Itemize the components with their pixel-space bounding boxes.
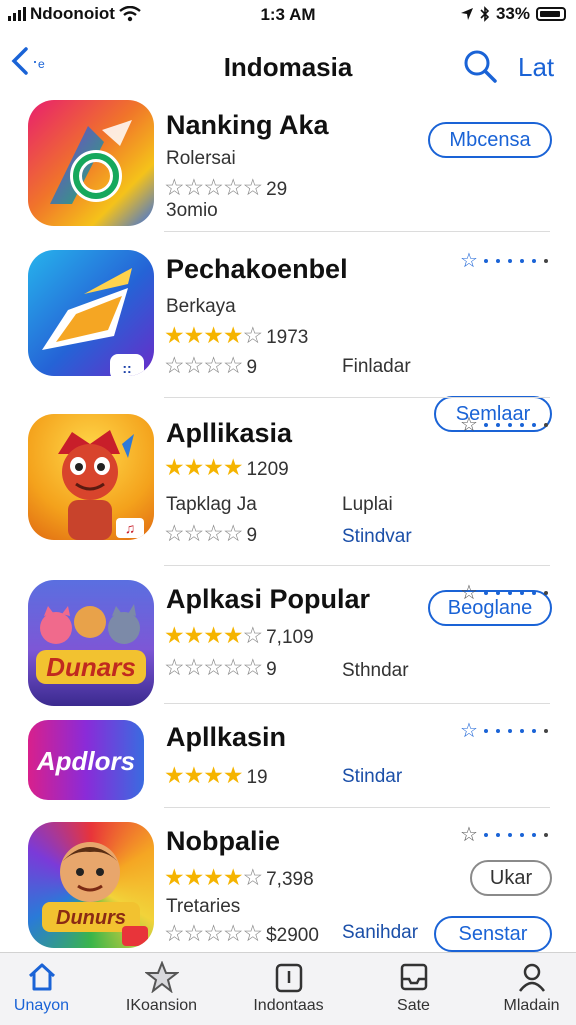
battery-percent: 33%: [495, 4, 530, 23]
star-rating-secondary: ☆☆☆☆ 9: [164, 520, 258, 546]
rating-count: 1209: [246, 459, 289, 480]
app-subtitle: Rolersai: [166, 148, 236, 169]
status-bar: Ndoonoiot 1:3 AM 33%: [0, 0, 576, 30]
inbox-icon: [400, 963, 427, 991]
rating-count: 1973: [266, 327, 309, 348]
search-button[interactable]: [462, 48, 498, 89]
tab-updates[interactable]: Sate: [356, 961, 471, 1015]
list-item[interactable]: ♫ Apllikasia ★★★★ 1209 Tapklag Ja Luplai …: [0, 398, 576, 626]
star-rating: ★★★★☆ 7,398: [164, 864, 314, 890]
star-outline-icon: ☆: [460, 720, 478, 742]
app-icon[interactable]: [28, 100, 154, 226]
app-category: Stindar: [342, 766, 403, 787]
app-price: $2900: [266, 925, 319, 946]
app-name: Pechakoenbel: [166, 254, 348, 284]
location-icon: [460, 8, 473, 20]
star-icon: [144, 961, 179, 993]
star-rating: ★★★★ 19: [164, 762, 268, 788]
rating-count: 7,109: [266, 627, 314, 648]
rating-indicator: ☆: [460, 580, 550, 605]
star-rating-secondary: ☆☆☆☆☆ $2900: [164, 920, 319, 946]
tab-home[interactable]: Unayon: [0, 961, 99, 1015]
app-category: Finladar: [342, 356, 411, 377]
tab-profile[interactable]: Mladain: [474, 961, 576, 1015]
row-divider: [164, 231, 550, 232]
home-icon: [28, 963, 55, 991]
bluetooth-icon: [480, 6, 490, 22]
rating-count: 7,398: [266, 869, 314, 890]
rating-indicator: ☆: [460, 412, 550, 437]
icon-text: Dunurs: [56, 907, 126, 929]
star-outline-icon: ☆: [460, 414, 478, 436]
star-rating-secondary: ☆☆☆☆ 9: [164, 352, 258, 378]
app-category: Sanihdar: [342, 922, 419, 943]
app-category: Sthndar: [342, 660, 409, 681]
rating-count: 19: [246, 767, 268, 788]
nav-bar: ·ₑ Indomasia Lat: [0, 38, 576, 94]
app-icon[interactable]: ♫: [28, 414, 154, 540]
open-button[interactable]: Ukar: [470, 860, 552, 896]
tab-label: Mladain: [503, 997, 560, 1014]
rating-indicator: ☆: [460, 822, 550, 847]
tab-browse[interactable]: Indontaas: [231, 961, 346, 1015]
status-right: 33%: [460, 4, 566, 24]
tab-label: IKoansion: [125, 997, 198, 1014]
list-item[interactable]: Nanking Aka Rolersai ☆☆☆☆☆ 29 3omio Mbcen…: [0, 96, 576, 232]
tab-label: Indontaas: [253, 997, 324, 1014]
list-item[interactable]: Dunurs Nobpalie ★★★★☆ 7,398 Tretaries ☆☆☆…: [0, 808, 576, 952]
nav-action-button[interactable]: Lat: [518, 52, 554, 83]
star-rating: ★★★★☆ 1973: [164, 322, 309, 348]
star-rating: ★★★★☆ 7,109: [164, 622, 314, 648]
icon-text: Apdlors: [36, 746, 135, 776]
rating-count-secondary: 9: [266, 659, 277, 680]
app-subtitle: Tapklag Ja: [166, 494, 257, 515]
app-meta-label: Luplai: [342, 494, 393, 515]
icon-text: Dunars: [46, 652, 136, 682]
list-item[interactable]: :: Pechakoenbel Berkaya ★★★★☆ 1973 ☆☆☆☆ 9 …: [0, 234, 576, 432]
rating-indicator: ☆: [460, 248, 550, 273]
rating-count: 29: [266, 179, 288, 200]
star-outline-icon: ☆: [460, 582, 478, 604]
app-name: Apllkasin: [166, 722, 287, 752]
app-category: Stindvar: [342, 526, 412, 547]
card-icon: [275, 963, 302, 993]
rating-count-secondary: 9: [246, 525, 258, 546]
star-outline-icon: ☆: [460, 824, 478, 846]
star-rating-secondary: ☆☆☆☆☆ 9: [164, 654, 277, 680]
svg-text:::: ::: [122, 360, 131, 376]
list-item[interactable]: Apdlors Apllkasin ★★★★ 19 Stindar ☆: [0, 704, 576, 808]
tab-label: Sate: [397, 997, 430, 1014]
battery-icon: [536, 7, 566, 21]
star-rating: ★★★★ 1209: [164, 454, 289, 480]
tab-featured[interactable]: IKoansion: [104, 961, 219, 1015]
tab-bar: Unayon IKoansion Indontaas Sate Mladain: [0, 952, 576, 1025]
star-rating: ☆☆☆☆☆ 29: [164, 174, 288, 200]
app-icon[interactable]: ::: [28, 250, 154, 376]
app-icon[interactable]: Dunars: [28, 580, 154, 706]
app-name: Aplkasi Popular: [166, 584, 371, 614]
rating-indicator: ☆: [460, 718, 550, 743]
star-outline-icon: ☆: [460, 250, 478, 272]
app-name: Nobpalie: [166, 826, 281, 856]
app-name: Nanking Aka: [166, 110, 329, 140]
app-subtitle: Berkaya: [166, 296, 236, 317]
app-icon[interactable]: Dunurs: [28, 822, 154, 948]
tab-label: Unayon: [13, 997, 70, 1014]
app-subtitle: Tretaries: [166, 896, 241, 917]
svg-text:♫: ♫: [125, 520, 136, 536]
get-button[interactable]: Senstar: [434, 916, 552, 952]
rating-count-secondary: 9: [246, 357, 258, 378]
app-icon[interactable]: Apdlors: [28, 720, 144, 800]
get-button[interactable]: Mbcensa: [428, 122, 552, 158]
app-extra: 3omio: [166, 200, 218, 221]
list-item[interactable]: Dunars Aplkasi Popular ★★★★☆ 7,109 ☆☆☆☆☆ 9…: [0, 566, 576, 706]
person-icon: [518, 963, 545, 992]
app-name: Apllikasia: [166, 418, 293, 448]
search-icon: [464, 50, 497, 83]
